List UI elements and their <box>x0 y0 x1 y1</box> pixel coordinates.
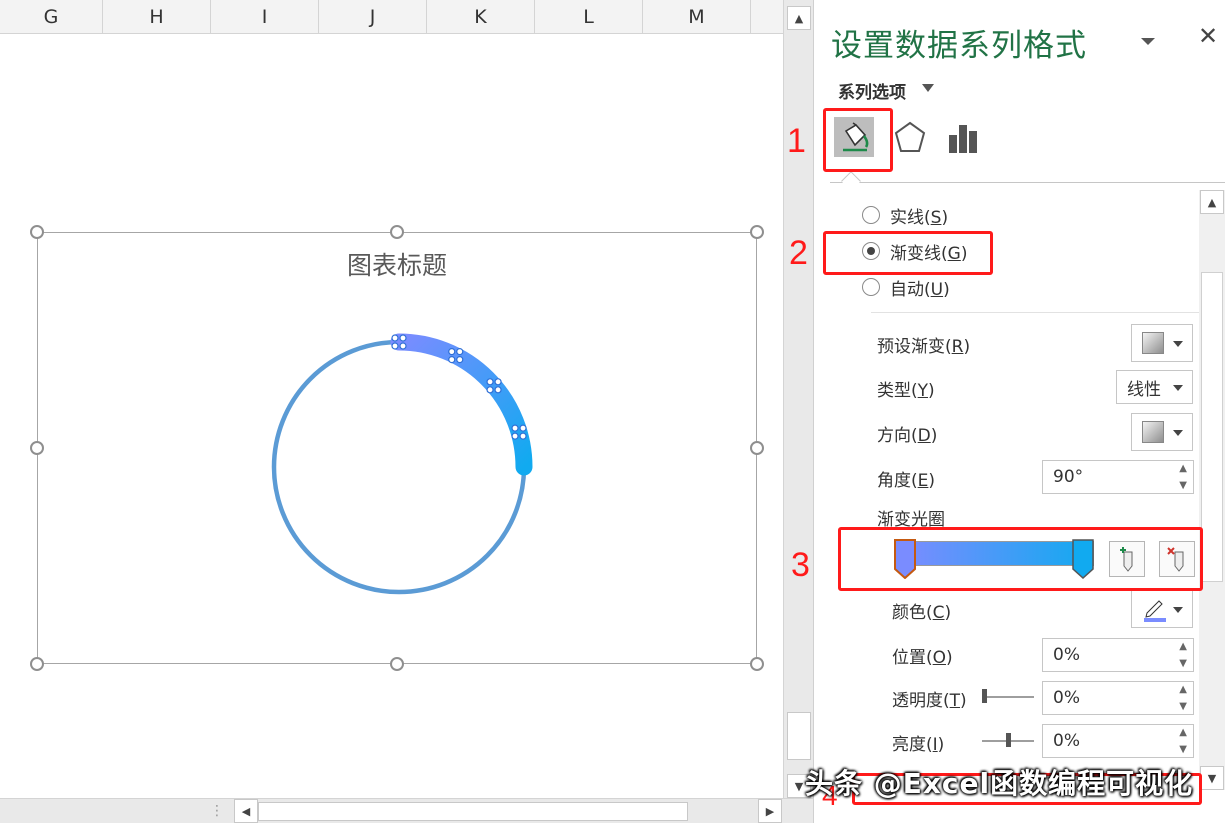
scroll-right-button[interactable]: ▶ <box>758 799 782 823</box>
preset-gradient-label: 预设渐变(R) <box>877 337 971 357</box>
point-selection-handle[interactable] <box>391 342 399 350</box>
type-label: 类型(Y) <box>877 381 935 401</box>
spin-up-icon[interactable]: ▲ <box>1179 684 1187 695</box>
direction-label: 方向(D) <box>877 426 938 446</box>
position-spinner[interactable]: 0% ▲ ▼ <box>1042 638 1194 672</box>
series-options-dropdown[interactable]: 系列选项 <box>838 78 906 103</box>
point-selection-handle[interactable] <box>456 356 464 364</box>
scroll-up-button[interactable]: ▲ <box>787 6 811 30</box>
gradient-swatch-icon <box>1142 421 1164 443</box>
color-label: 颜色(C) <box>892 603 952 623</box>
donut-ring-chart[interactable] <box>0 0 783 798</box>
splitter-grip[interactable]: ⋮ <box>210 803 224 819</box>
point-selection-handle[interactable] <box>399 342 407 350</box>
scroll-up-button[interactable]: ▲ <box>1200 190 1224 214</box>
slider-knob[interactable] <box>982 689 987 703</box>
radio-circle[interactable] <box>862 278 880 296</box>
chevron-down-icon[interactable] <box>922 84 934 92</box>
close-icon[interactable]: ✕ <box>1198 22 1218 50</box>
brightness-label: 亮度(I) <box>892 735 945 755</box>
radio-solid-line[interactable]: 实线(S) <box>862 203 948 228</box>
point-selection-handle[interactable] <box>391 334 399 342</box>
scroll-down-button[interactable]: ▼ <box>1200 766 1224 790</box>
preset-gradient-dropdown[interactable] <box>1131 324 1193 362</box>
sheet-horizontal-scrollbar[interactable]: ⋮ ◀ ▶ <box>0 798 813 823</box>
annotation-box <box>823 231 993 275</box>
annotation-number: 1 <box>787 122 806 160</box>
point-selection-handle[interactable] <box>494 386 502 394</box>
scroll-thumb[interactable] <box>787 712 811 760</box>
pane-options-chevron-icon[interactable] <box>1140 28 1156 53</box>
point-selection-handle[interactable] <box>511 432 519 440</box>
point-selection-handle[interactable] <box>448 356 456 364</box>
chevron-down-icon <box>1173 385 1183 391</box>
spin-up-icon[interactable]: ▲ <box>1179 463 1187 474</box>
point-selection-handle[interactable] <box>456 348 464 356</box>
watermark-text: 头条 @Excel函数编程可视化 <box>805 767 1194 800</box>
point-selection-handle[interactable] <box>494 378 502 386</box>
color-picker-dropdown[interactable] <box>1131 590 1193 628</box>
position-label: 位置(O) <box>892 648 953 668</box>
spin-down-icon[interactable]: ▼ <box>1179 658 1187 669</box>
pen-color-icon <box>1144 600 1166 622</box>
pane-vertical-scrollbar[interactable]: ▲ ▼ <box>1199 190 1225 790</box>
effects-pentagon-icon[interactable] <box>890 117 930 157</box>
point-selection-handle[interactable] <box>519 424 527 432</box>
chevron-down-icon <box>1173 607 1183 613</box>
gradient-swatch-icon <box>1142 332 1164 354</box>
tab-pointer <box>841 171 861 191</box>
brightness-spinner[interactable]: 0% ▲ ▼ <box>1042 724 1194 758</box>
point-selection-handle[interactable] <box>486 386 494 394</box>
radio-automatic[interactable]: 自动(U) <box>862 275 950 300</box>
scroll-left-button[interactable]: ◀ <box>234 799 258 823</box>
scroll-thumb[interactable] <box>1201 272 1223 582</box>
transparency-label: 透明度(T) <box>892 691 967 711</box>
transparency-spinner[interactable]: 0% ▲ ▼ <box>1042 681 1194 715</box>
type-dropdown[interactable]: 线性 <box>1116 370 1193 404</box>
point-selection-handle[interactable] <box>511 424 519 432</box>
annotation-number: 2 <box>789 234 808 272</box>
point-selection-handle[interactable] <box>399 334 407 342</box>
scroll-thumb[interactable] <box>258 802 688 821</box>
point-selection-handle[interactable] <box>448 348 456 356</box>
chevron-down-icon <box>1173 341 1183 347</box>
transparency-slider[interactable] <box>982 696 1034 698</box>
pane-title: 设置数据系列格式 <box>831 28 1087 64</box>
spin-up-icon[interactable]: ▲ <box>1179 641 1187 652</box>
spin-up-icon[interactable]: ▲ <box>1179 727 1187 738</box>
excel-window: G H I J K L M 图表标题 ▲ ▼ ⋮ ◀ ▶ 设置数据系列格式 ✕ … <box>0 0 1232 823</box>
point-selection-handle[interactable] <box>486 378 494 386</box>
angle-label: 角度(E) <box>877 471 936 491</box>
spin-down-icon[interactable]: ▼ <box>1179 744 1187 755</box>
radio-circle[interactable] <box>862 206 880 224</box>
spin-down-icon[interactable]: ▼ <box>1179 701 1187 712</box>
spin-down-icon[interactable]: ▼ <box>1179 480 1187 491</box>
direction-dropdown[interactable] <box>1131 413 1193 451</box>
annotation-box <box>823 108 893 172</box>
sheet-vertical-scrollbar[interactable]: ▲ ▼ <box>783 0 813 798</box>
angle-spinner[interactable]: 90° ▲ ▼ <box>1042 460 1194 494</box>
point-selection-handle[interactable] <box>519 432 527 440</box>
annotation-box <box>838 527 1203 591</box>
worksheet[interactable]: G H I J K L M 图表标题 <box>0 0 783 798</box>
chevron-down-icon <box>1173 430 1183 436</box>
slider-knob[interactable] <box>1006 733 1011 747</box>
tab-divider <box>830 182 1225 183</box>
section-divider <box>871 312 1211 313</box>
series-options-bars-icon[interactable] <box>944 117 984 157</box>
annotation-number: 3 <box>791 546 810 584</box>
